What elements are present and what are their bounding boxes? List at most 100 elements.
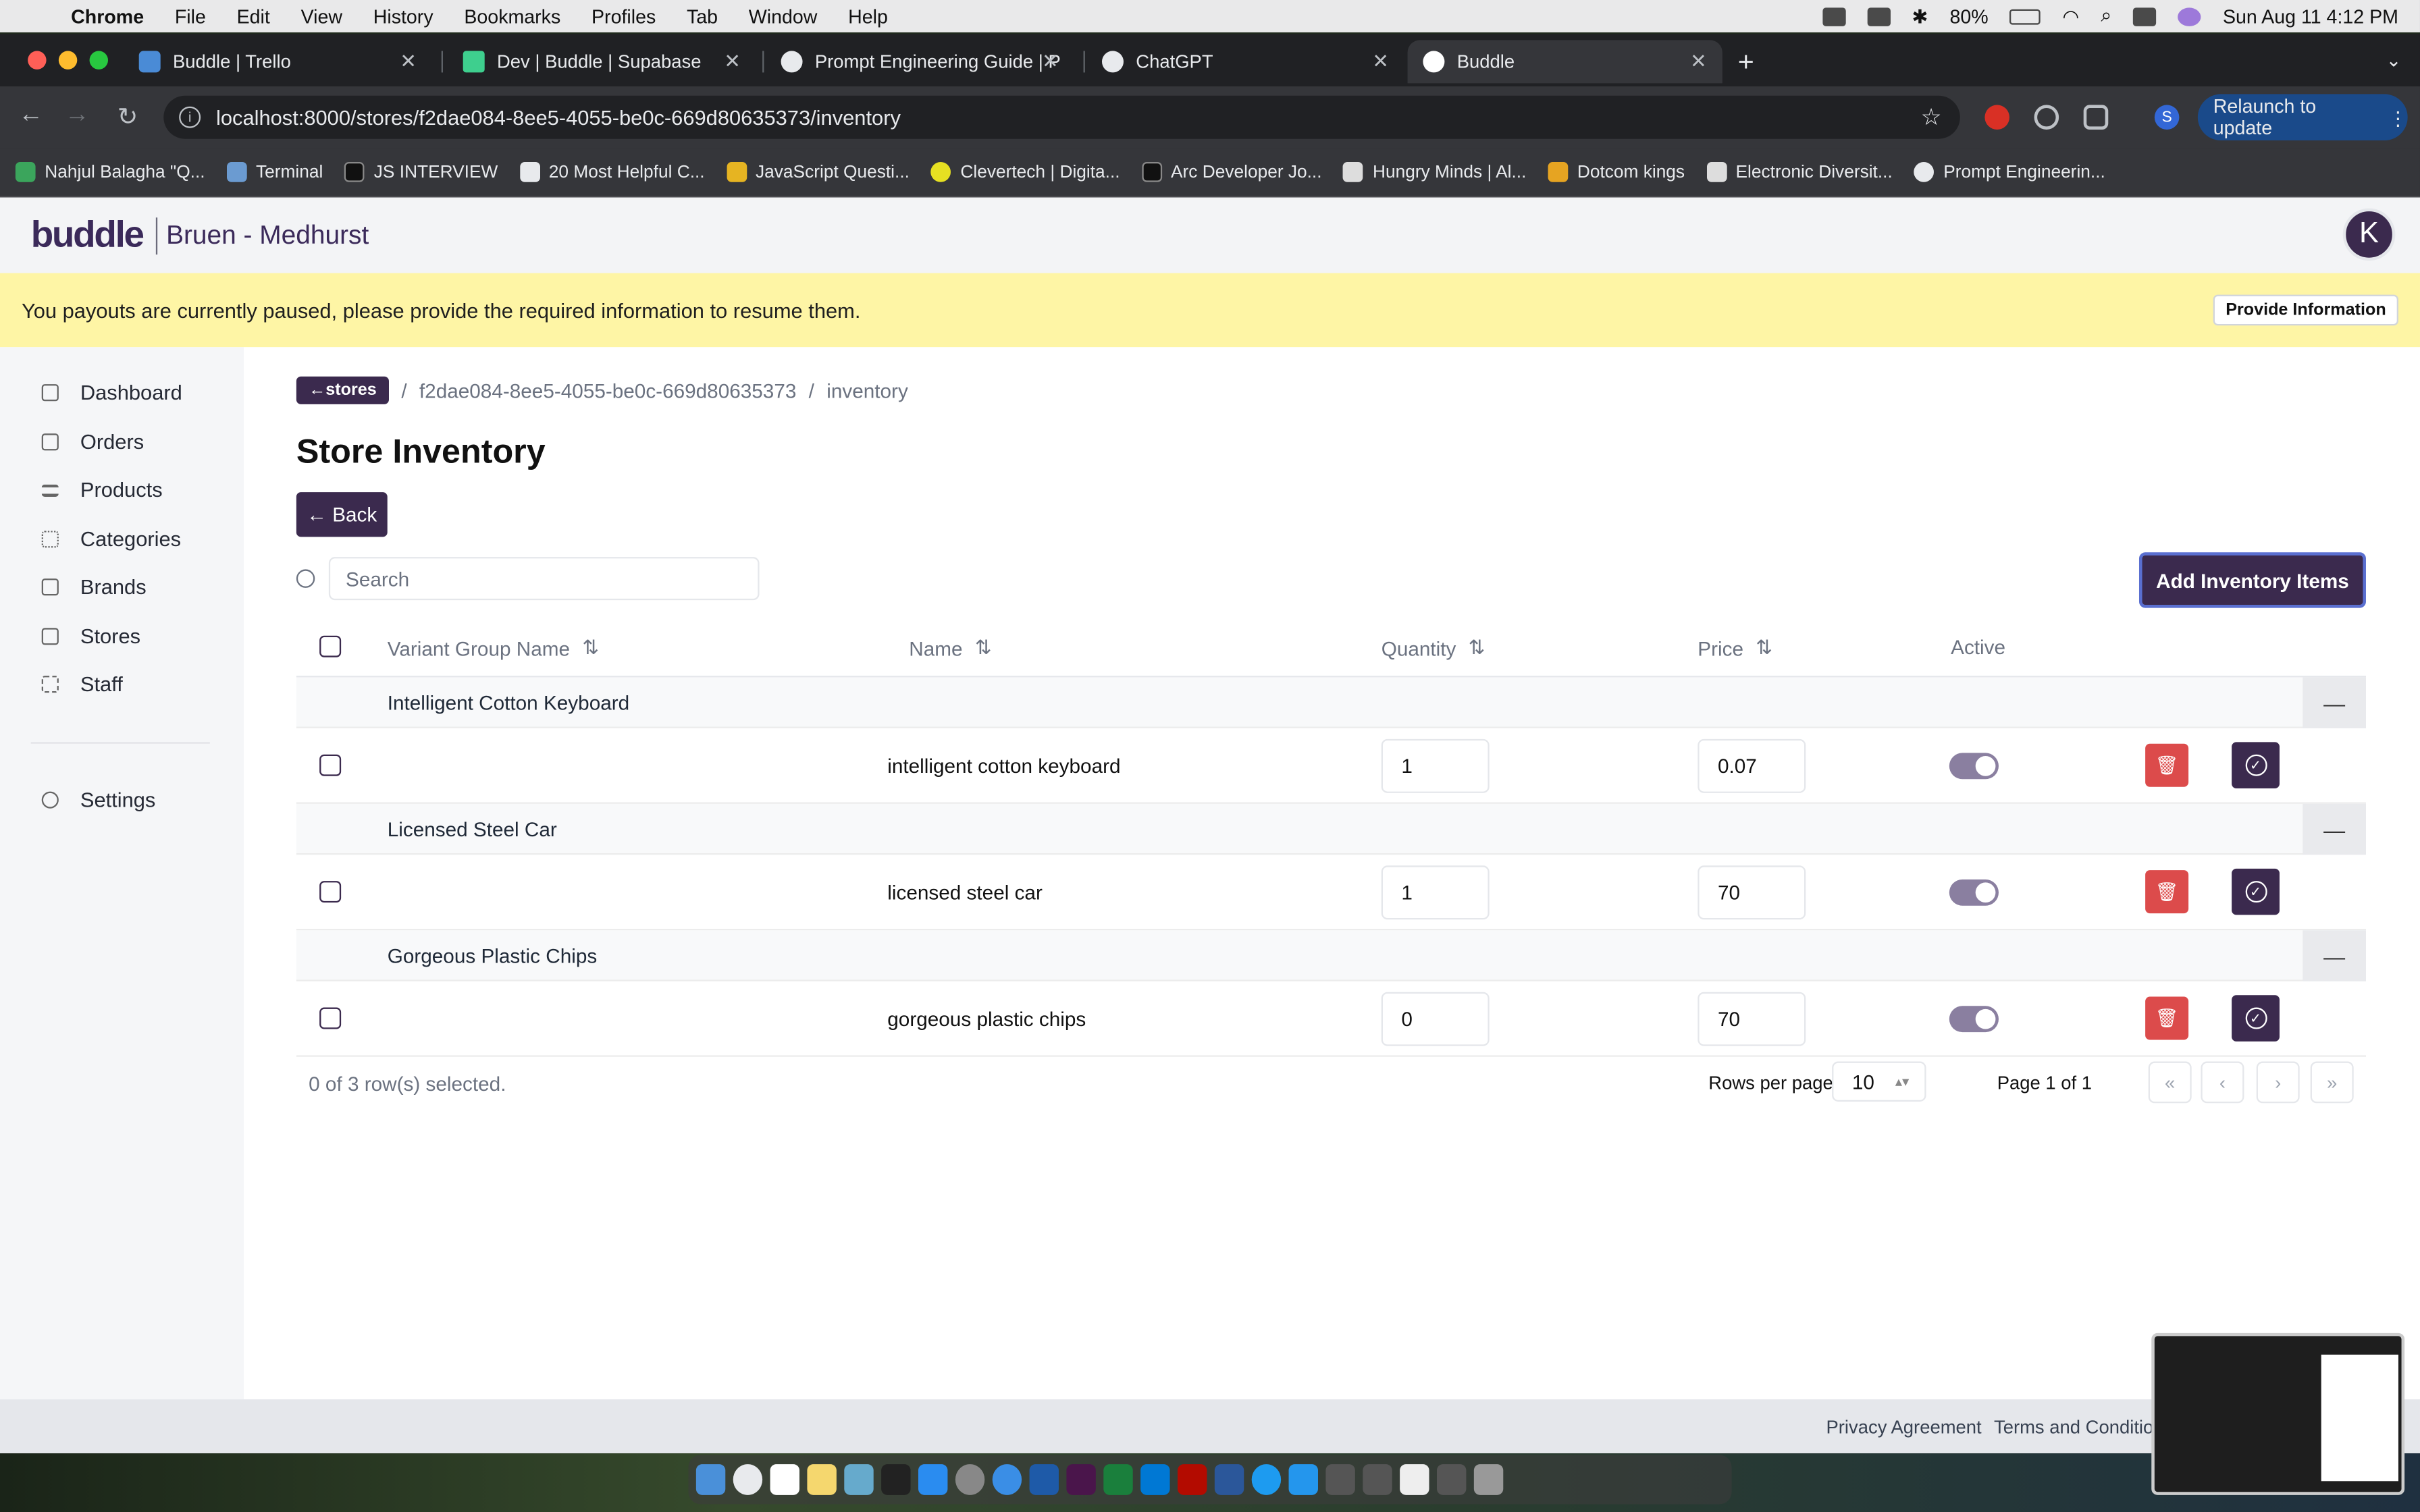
extension-target-icon[interactable] — [2034, 105, 2059, 130]
sidebar-item-staff[interactable]: Staff — [41, 673, 123, 696]
wifi-icon[interactable]: ◠ — [2062, 5, 2079, 28]
prev-page-icon[interactable]: ‹ — [2201, 1061, 2244, 1104]
trash-icon[interactable] — [1473, 1464, 1504, 1495]
save-check-button[interactable]: ✓ — [2232, 742, 2280, 788]
profile-avatar[interactable]: S — [2154, 105, 2180, 130]
sidebar-item-brands[interactable]: Brands — [41, 576, 147, 599]
control-center-icon[interactable] — [2133, 7, 2157, 26]
save-check-button[interactable]: ✓ — [2232, 995, 2280, 1042]
user-avatar[interactable]: K — [2342, 208, 2396, 261]
next-page-icon[interactable]: › — [2256, 1061, 2300, 1104]
app-icon[interactable] — [1251, 1464, 1282, 1495]
close-window-button[interactable] — [28, 51, 47, 70]
bookmark-item[interactable]: Clevertech | Digita... — [930, 161, 1120, 182]
terminal-icon[interactable] — [881, 1464, 911, 1495]
delete-trash-icon[interactable]: 🗑 — [2145, 870, 2189, 914]
sidebar-item-stores[interactable]: Stores — [41, 625, 140, 648]
minimize-window-button[interactable] — [58, 51, 78, 70]
dock-window-icon[interactable] — [1436, 1464, 1467, 1495]
dock-window-icon[interactable] — [1363, 1464, 1392, 1495]
status-elephant-icon[interactable] — [1867, 7, 1891, 26]
docker-icon[interactable] — [1288, 1464, 1318, 1495]
bookmark-item[interactable]: JS INTERVIEW — [344, 161, 498, 182]
last-page-icon[interactable]: » — [2310, 1061, 2354, 1104]
breadcrumb-stores-button[interactable]: ←stores — [296, 376, 390, 404]
close-tab-icon[interactable]: ✕ — [724, 49, 741, 74]
screenshot-thumbnail[interactable] — [2151, 1332, 2405, 1495]
first-page-icon[interactable]: « — [2148, 1061, 2192, 1104]
close-tab-icon[interactable]: ✕ — [1690, 49, 1707, 74]
close-tab-icon[interactable]: ✕ — [1372, 49, 1389, 74]
tab-search-chevron-icon[interactable]: ⌄ — [2386, 49, 2402, 71]
menu-app-name[interactable]: Chrome — [55, 5, 159, 27]
menu-view[interactable]: View — [286, 5, 358, 27]
sidebar-item-categories[interactable]: Categories — [41, 528, 181, 551]
privacy-agreement-link[interactable]: Privacy Agreement — [1826, 1416, 1981, 1438]
vscode-icon[interactable] — [1140, 1464, 1170, 1495]
new-tab-icon[interactable]: + — [1738, 47, 1754, 79]
battery-icon[interactable] — [2009, 8, 2041, 24]
settings-app-icon[interactable] — [955, 1464, 985, 1495]
tab-prompt-guide[interactable]: Prompt Engineering Guide | P ✕ — [766, 40, 1074, 83]
bookmark-star-icon[interactable]: ☆ — [1921, 103, 1942, 131]
zoom-window-button[interactable] — [89, 51, 108, 70]
buddle-logo[interactable]: buddle — [31, 214, 144, 257]
extension-red-icon[interactable] — [1984, 105, 2009, 130]
rows-per-page-select[interactable]: 10 ▴▾ — [1832, 1061, 1926, 1102]
terms-link[interactable]: Terms and Conditions — [1994, 1416, 2173, 1438]
app-store-icon[interactable] — [918, 1464, 948, 1495]
extensions-puzzle-icon[interactable] — [2083, 105, 2109, 130]
column-header-quantity[interactable]: Quantity ⇅ — [1382, 636, 1485, 661]
word-icon[interactable] — [1214, 1464, 1244, 1495]
bluetooth-icon[interactable]: ✱ — [1912, 5, 1928, 28]
column-header-variant-group[interactable]: Variant Group Name ⇅ — [388, 636, 600, 661]
row-checkbox[interactable] — [319, 1007, 342, 1029]
menu-edit[interactable]: Edit — [221, 5, 286, 27]
menu-tab[interactable]: Tab — [671, 5, 733, 27]
quantity-input[interactable]: 1 — [1381, 865, 1490, 920]
delete-trash-icon[interactable]: 🗑 — [2145, 996, 2189, 1040]
price-input[interactable]: 70 — [1698, 865, 1806, 920]
quantity-input[interactable]: 0 — [1381, 992, 1490, 1046]
menu-file[interactable]: File — [159, 5, 221, 27]
bookmark-item[interactable]: Prompt Engineerin... — [1914, 161, 2105, 182]
menu-history[interactable]: History — [358, 5, 449, 27]
bookmark-item[interactable]: Nahjul Balagha "Q... — [15, 161, 205, 182]
tab-buddle-active[interactable]: Buddle ✕ — [1407, 40, 1722, 84]
mongodb-icon[interactable] — [1103, 1464, 1133, 1495]
breadcrumb-store-id[interactable]: f2dae084-8ee5-4055-be0c-669d80635373 — [419, 379, 796, 402]
notes-icon[interactable] — [807, 1464, 837, 1495]
sidebar-item-dashboard[interactable]: Dashboard — [41, 381, 182, 404]
add-inventory-items-button[interactable]: Add Inventory Items — [2138, 552, 2366, 608]
bookmark-item[interactable]: Dotcom kings — [1548, 161, 1685, 182]
tab-chatgpt[interactable]: ChatGPT ✕ — [1086, 40, 1404, 83]
bookmark-item[interactable]: Terminal — [226, 161, 323, 182]
price-input[interactable]: 0.07 — [1698, 738, 1806, 793]
dock-window-icon[interactable] — [1400, 1464, 1429, 1495]
acrobat-icon[interactable] — [1177, 1464, 1207, 1495]
relaunch-button[interactable]: Relaunch to update ⋮ — [2197, 94, 2408, 140]
menubar-clock[interactable]: Sun Aug 11 4:12 PM — [2223, 5, 2398, 27]
status-app-icon[interactable] — [1822, 7, 1846, 26]
bookmark-item[interactable]: 20 Most Helpful C... — [519, 161, 705, 182]
app-icon[interactable] — [1029, 1464, 1059, 1495]
sidebar-item-settings[interactable]: Settings — [41, 788, 156, 811]
select-all-checkbox[interactable] — [319, 635, 342, 657]
column-header-price[interactable]: Price ⇅ — [1698, 636, 1772, 661]
forward-arrow-icon[interactable]: → — [65, 102, 90, 130]
site-info-icon[interactable]: i — [179, 106, 201, 128]
slack-icon[interactable] — [1066, 1464, 1096, 1495]
collapse-group-button[interactable]: — — [2303, 930, 2366, 981]
address-bar[interactable]: i localhost:8000/stores/f2dae084-8ee5-40… — [163, 95, 1960, 139]
sidebar-item-products[interactable]: Products — [41, 479, 163, 502]
back-arrow-icon[interactable]: ← — [18, 102, 43, 130]
menu-window[interactable]: Window — [733, 5, 833, 27]
close-tab-icon[interactable]: ✕ — [1042, 49, 1059, 74]
safari-icon[interactable] — [992, 1464, 1022, 1495]
row-checkbox[interactable] — [319, 754, 342, 776]
calendar-icon[interactable] — [770, 1464, 799, 1495]
bookmark-item[interactable]: JavaScript Questi... — [726, 161, 910, 182]
chrome-icon[interactable] — [733, 1464, 763, 1495]
bookmark-item[interactable]: Hungry Minds | Al... — [1343, 161, 1526, 182]
search-input[interactable] — [328, 557, 760, 601]
